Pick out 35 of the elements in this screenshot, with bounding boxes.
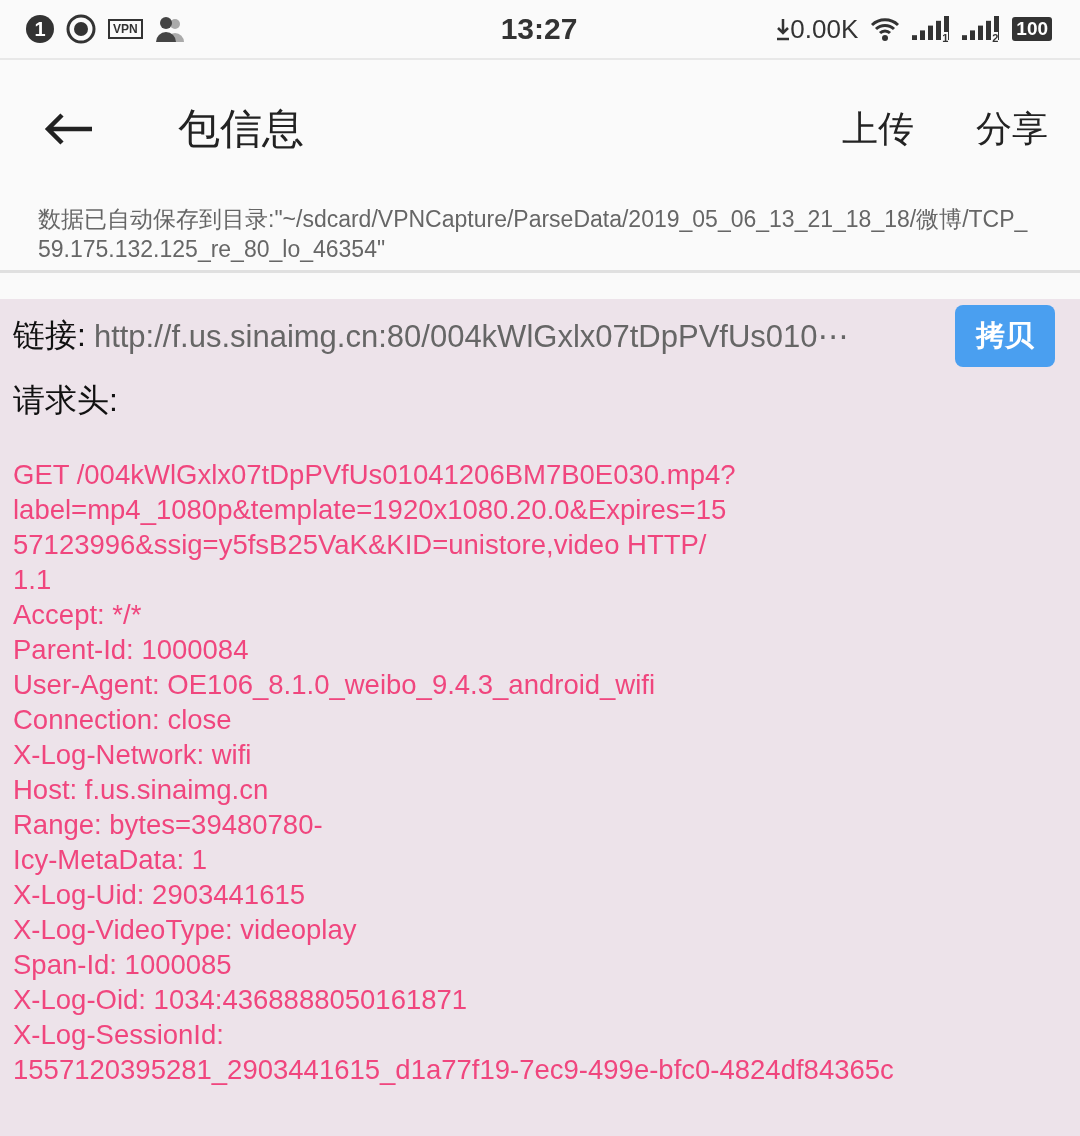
request-line: Span-Id: 1000085 [13, 948, 233, 982]
contacts-icon [154, 16, 187, 42]
request-line: 1557120395281_2903441615_d1a77f19-7ec9-499e-bfc0-4824df84365c [13, 1053, 895, 1087]
link-url: http://f.us.sinaimg.cn:80/004kWlGxlx07tDpPVfUs010⋯ [93, 317, 850, 355]
request-line: X-Log-Uid: 2903441615 [13, 878, 307, 912]
request-line: 57123996&ssig=y5fsB25VaK&KID=unistore,video HTTP/ [13, 528, 708, 562]
request-line: Icy-MetaData: 1 [13, 843, 209, 877]
request-line: Range: bytes=39480780- [13, 808, 324, 842]
request-line: Accept: */* [13, 598, 143, 632]
request-line: User-Agent: OE106_8.1.0_weibo_9.4.3_android_wifi [13, 668, 657, 702]
request-line: GET /004kWlGxlx07tDpPVfUs01041206BM7B0E030.mp4? [13, 458, 737, 492]
request-line: Parent-Id: 1000084 [13, 633, 250, 667]
toolbar-action[interactable]: 分享 [976, 104, 1048, 154]
request-line: Connection: close [13, 703, 233, 737]
request-line: 1.1 [13, 563, 53, 597]
vpn-badge: VPN [108, 19, 143, 39]
request-line: X-Log-Network: wifi [13, 738, 253, 772]
save-notice: 数据已自动保存到目录:"~/sdcard/VPNCapture/ParseData/2019_05_06_13_21_18_18/微博/TCP_59.175.132.125_re_80_lo_46354" [0, 198, 1080, 273]
headers-label: 请求头: [13, 381, 119, 420]
network-speed: 0.00K [790, 13, 859, 45]
page-title: 包信息 [178, 104, 305, 154]
request-line: Host: f.us.sinaimg.cn [13, 773, 270, 807]
request-line: label=mp4_1080p&template=1920x1080.20.0&Expires=15 [13, 493, 728, 527]
request-line: X-Log-VideoType: videoplay [13, 913, 358, 947]
download-icon [776, 17, 791, 41]
notification-badge: 1 [26, 15, 54, 43]
clock-time: 13:27 [500, 12, 578, 46]
record-icon [66, 14, 96, 44]
wifi-icon [870, 16, 901, 42]
request-line: X-Log-SessionId: [13, 1018, 225, 1052]
toolbar-action[interactable]: 上传 [842, 104, 914, 154]
request-line: X-Log-Oid: 1034:4368888050161871 [13, 983, 469, 1017]
link-label: 链接: [13, 316, 86, 355]
back-arrow-icon[interactable] [44, 112, 94, 146]
battery-indicator: 100 [1012, 17, 1052, 41]
